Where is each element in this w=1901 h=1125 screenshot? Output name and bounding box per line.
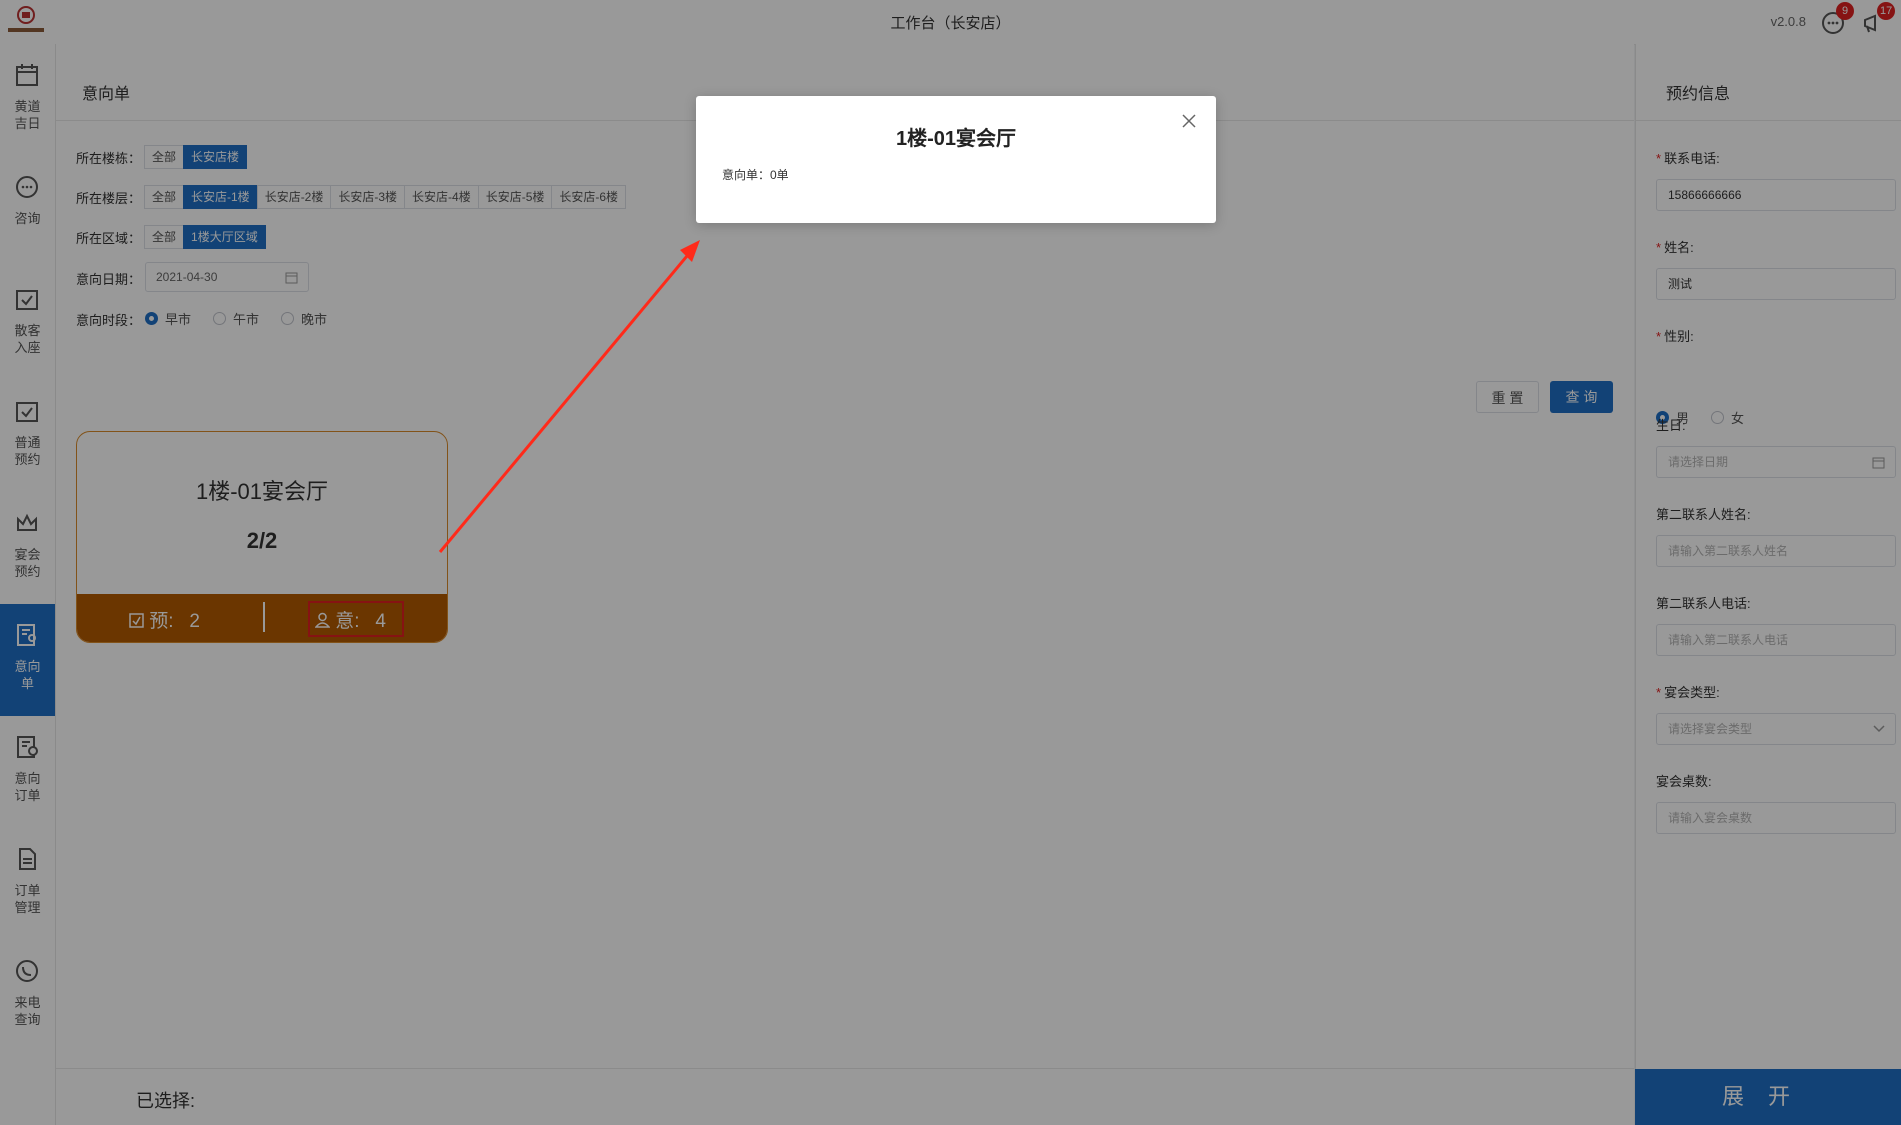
modal-title: 1楼-01宴会厅 [895, 128, 1017, 150]
hall-detail-modal: 1楼-01宴会厅 意向单：0单 [696, 96, 1216, 223]
modal-body: 意向单：0单 [722, 168, 789, 182]
close-icon[interactable] [1182, 114, 1196, 128]
